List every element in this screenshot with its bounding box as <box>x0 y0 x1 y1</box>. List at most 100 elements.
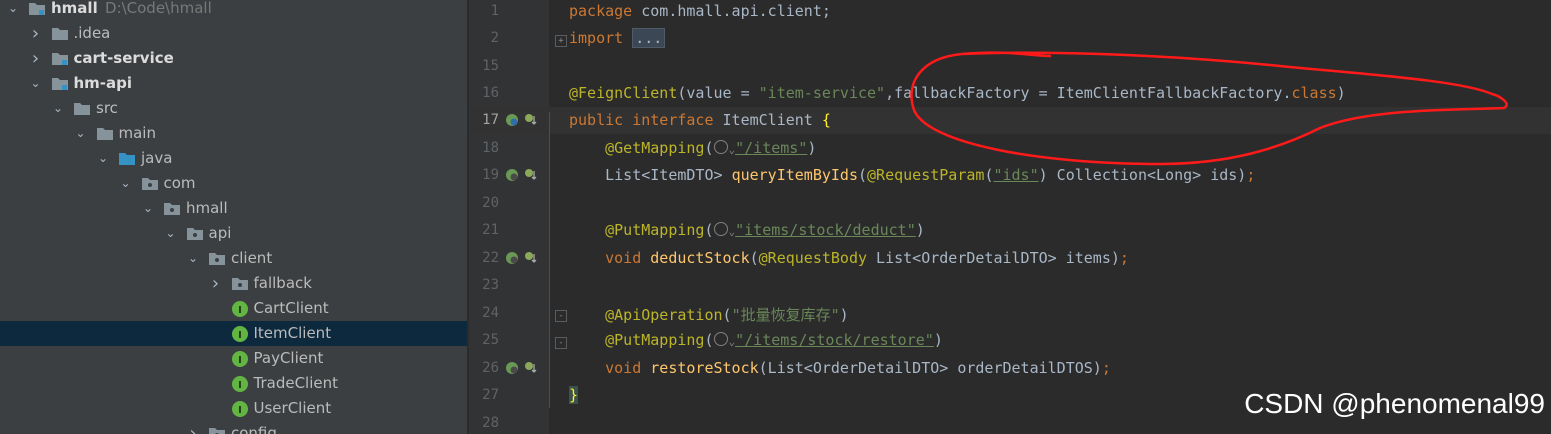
spring-mapping-icon[interactable] <box>505 168 519 182</box>
globe-icon[interactable] <box>713 140 728 154</box>
chevron-down-icon[interactable]: ⌄ <box>141 196 155 221</box>
line-number[interactable]: 27 <box>469 387 499 403</box>
line-number[interactable]: 18 <box>469 140 499 156</box>
interface-icon: I <box>231 300 249 317</box>
interface-icon: I <box>231 325 249 342</box>
module-folder-icon <box>51 76 69 91</box>
tree-item-fallback[interactable]: › fallback <box>0 271 467 296</box>
brace-match: { <box>821 111 831 129</box>
code-text: ( <box>749 249 759 267</box>
tree-item-cart-service[interactable]: › cart-service <box>0 46 467 71</box>
fold-toggle-icon[interactable]: - <box>555 310 567 322</box>
chevron-down-icon[interactable]: ⌄ <box>96 146 110 171</box>
tree-item--idea[interactable]: › .idea <box>0 21 467 46</box>
line-number[interactable]: 26 <box>469 360 499 376</box>
chevron-down-icon[interactable]: ⌄ <box>74 121 88 146</box>
url-link[interactable]: "/items" <box>735 139 807 157</box>
method-name: queryItemByIds <box>731 166 858 184</box>
tree-item-api[interactable]: ⌄ api <box>0 221 467 246</box>
implemented-marker-icon[interactable] <box>524 113 538 127</box>
tree-item-config[interactable]: › config <box>0 421 467 434</box>
chevron-right-icon[interactable]: › <box>29 21 43 46</box>
project-tool-window: ⌄ hmall D:\Code\hmall › .idea › cart-service ⌄ h… <box>0 0 467 434</box>
tree-item-com[interactable]: ⌄ com <box>0 171 467 196</box>
url-link[interactable]: "items/stock/deduct" <box>735 221 916 239</box>
code-line[interactable]: public interface ItemClient { <box>569 111 831 129</box>
spring-mapping-icon[interactable] <box>505 361 519 375</box>
tree-item-hmall[interactable]: ⌄ hmall <box>0 196 467 221</box>
code-text: ( <box>704 331 714 349</box>
code-line[interactable]: @PutMapping(⌄"items/stock/deduct") <box>569 221 925 239</box>
tree-item-label: CartClient <box>253 299 329 317</box>
url-link[interactable]: "/items/stock/restore" <box>735 331 934 349</box>
tree-item-label: PayClient <box>253 349 324 367</box>
line-number[interactable]: 23 <box>469 277 499 293</box>
line-number[interactable]: 16 <box>469 85 499 101</box>
chevron-down-icon[interactable]: ⌄ <box>51 96 65 121</box>
line-number[interactable]: 1 <box>469 3 499 19</box>
tree-item-userclient[interactable]: I UserClient <box>0 396 467 421</box>
code-text: ( <box>722 306 732 324</box>
tree-item-payclient[interactable]: I PayClient <box>0 346 467 371</box>
code-line[interactable]: @PutMapping(⌄"/items/stock/restore") <box>569 331 943 349</box>
keyword: package <box>569 2 633 20</box>
tree-item-itemclient[interactable]: I ItemClient <box>0 321 467 346</box>
chevron-down-icon[interactable]: ⌄ <box>119 171 133 196</box>
tree-item-client[interactable]: ⌄ client <box>0 246 467 271</box>
watermark: CSDN @phenomenal99 <box>1244 388 1545 419</box>
line-number[interactable]: 28 <box>469 415 499 431</box>
implemented-marker-icon[interactable] <box>524 251 538 265</box>
line-number[interactable]: 21 <box>469 222 499 238</box>
line-number[interactable]: 2 <box>469 30 499 46</box>
implemented-marker-icon[interactable] <box>524 168 538 182</box>
code-line[interactable]: void deductStock(@RequestBody List<Order… <box>569 249 1129 267</box>
tree-item-tradeclient[interactable]: I TradeClient <box>0 371 467 396</box>
line-number[interactable]: 24 <box>469 305 499 321</box>
spring-bean-icon[interactable] <box>505 113 519 127</box>
tree-item-hm-api[interactable]: ⌄ hm-api <box>0 71 467 96</box>
tree-item-label: api <box>208 224 232 242</box>
tree-item-label: client <box>231 249 273 267</box>
tree-item-label: src <box>96 99 118 117</box>
tree-item-main[interactable]: ⌄ main <box>0 121 467 146</box>
tree-item-hmall[interactable]: ⌄ hmall D:\Code\hmall <box>0 0 467 21</box>
code-text: ( <box>858 166 868 184</box>
annotation: @PutMapping <box>605 221 705 239</box>
globe-icon[interactable] <box>713 332 728 346</box>
source-folder-icon <box>118 151 136 166</box>
code-line[interactable]: package com.hmall.api.client; <box>569 2 831 20</box>
annotation: @ApiOperation <box>605 306 723 324</box>
line-number[interactable]: 25 <box>469 332 499 348</box>
line-number[interactable]: 22 <box>469 250 499 266</box>
package-icon <box>231 276 249 291</box>
chevron-right-icon[interactable]: › <box>209 271 223 296</box>
implemented-marker-icon[interactable] <box>524 361 538 375</box>
line-number[interactable]: 15 <box>469 58 499 74</box>
line-number[interactable]: 19 <box>469 167 499 183</box>
line-number[interactable]: 20 <box>469 195 499 211</box>
chevron-right-icon[interactable]: › <box>186 421 200 434</box>
globe-icon[interactable] <box>713 222 728 236</box>
chevron-down-icon[interactable]: ⌄ <box>164 221 178 246</box>
package-icon <box>186 226 204 241</box>
line-number-current[interactable]: 17 <box>469 112 499 128</box>
code-line[interactable]: import ... <box>569 28 666 48</box>
tree-item-java[interactable]: ⌄ java <box>0 146 467 171</box>
code-text: List<OrderDetailDTO> items) <box>867 249 1120 267</box>
spring-mapping-icon[interactable] <box>505 251 519 265</box>
chevron-right-icon[interactable]: › <box>29 46 43 71</box>
fold-toggle-icon[interactable]: + <box>555 35 567 47</box>
code-line[interactable]: void restoreStock(List<OrderDetailDTO> o… <box>569 359 1111 377</box>
code-text: ItemClient <box>713 111 822 129</box>
fold-toggle-icon[interactable]: - <box>555 337 567 349</box>
tree-item-src[interactable]: ⌄ src <box>0 96 467 121</box>
tree-item-cartclient[interactable]: I CartClient <box>0 296 467 321</box>
folded-imports[interactable]: ... <box>632 28 666 48</box>
chevron-down-icon[interactable]: ⌄ <box>186 246 200 271</box>
code-line[interactable]: @GetMapping(⌄"/items") <box>569 139 816 157</box>
chevron-down-icon[interactable]: ⌄ <box>29 71 43 96</box>
code-line[interactable]: @ApiOperation("批量恢复库存") <box>569 304 849 325</box>
code-line[interactable]: } <box>569 386 579 404</box>
chevron-down-icon[interactable]: ⌄ <box>6 0 20 21</box>
svg-text:I: I <box>238 355 242 366</box>
